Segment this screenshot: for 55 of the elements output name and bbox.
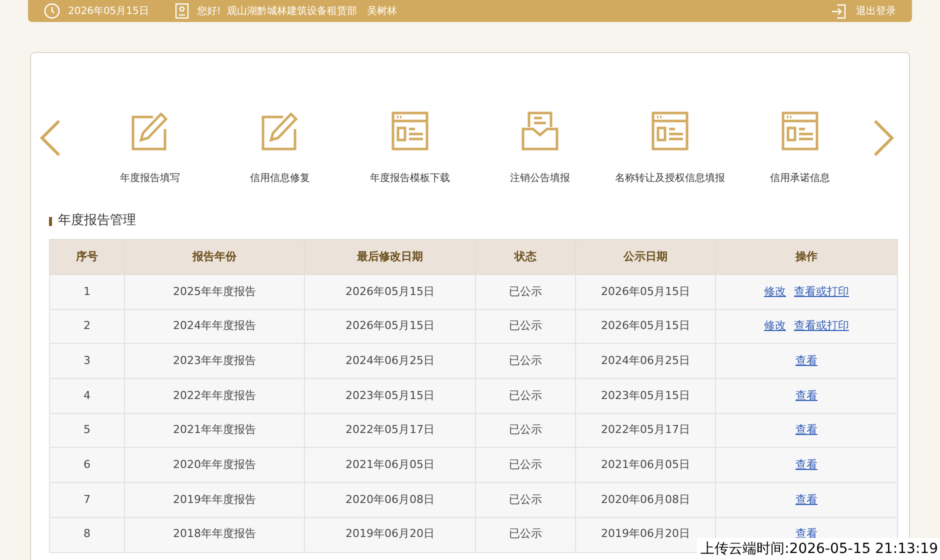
tray-document-icon (521, 111, 559, 151)
table-cell: 2026年05月15日 (576, 274, 716, 310)
table-cell: 4 (50, 378, 124, 414)
table-cell: 2026年05月15日 (304, 274, 476, 310)
table-cell: 2018年年度报告 (124, 517, 304, 552)
shortcut-link[interactable]: 年度报告模板下载 (370, 171, 450, 186)
document-layout-icon (781, 111, 819, 151)
table-cell: 2025年年度报告 (124, 274, 304, 310)
shortcut-link[interactable]: 信用信息修复 (250, 171, 310, 186)
user-badge-icon (174, 3, 189, 19)
table-cell: 已公示 (476, 482, 576, 518)
table-cell: 2023年05月15日 (576, 378, 716, 414)
document-layout-icon (391, 111, 429, 151)
table-cell: 2020年06月08日 (304, 482, 476, 518)
table-cell: 2023年05月15日 (304, 378, 476, 414)
document-layout-icon (651, 111, 689, 151)
column-header: 公示日期 (576, 240, 716, 274)
table-cell: 8 (50, 517, 124, 552)
company-name: 观山湖黔城林建筑设备租赁部 (226, 4, 357, 18)
action-link[interactable]: 查看 (796, 492, 818, 506)
shortcut-link[interactable]: 信用承诺信息 (770, 171, 830, 186)
table-cell: 2020年06月08日 (576, 482, 716, 518)
clock-icon (44, 3, 60, 19)
action-link[interactable]: 查看 (796, 458, 818, 472)
table-cell: 已公示 (476, 274, 576, 310)
action-link[interactable]: 查看 (796, 423, 818, 436)
table-cell: 2019年06月20日 (304, 517, 476, 552)
shortcut-link[interactable]: 年度报告填写 (120, 171, 180, 186)
user-name: 吴树林 (366, 4, 397, 18)
table-cell: 1 (50, 274, 124, 310)
table-cell: 7 (50, 482, 124, 518)
date-text: 2026年05月15日 (68, 4, 149, 18)
shortcut-link[interactable]: 名称转让及授权信息填报 (615, 171, 725, 186)
column-header: 操作 (716, 240, 898, 274)
pencil-square-icon (131, 111, 169, 151)
table-cell: 2019年年度报告 (124, 482, 304, 518)
pencil-square-icon (261, 111, 299, 151)
section-title: 年度报告管理 (58, 212, 136, 230)
table-cell: 已公示 (476, 378, 576, 414)
greeting-text: 您好! (196, 4, 221, 18)
action-link[interactable]: 查看 (796, 527, 818, 540)
shortcut-link[interactable]: 注销公告填报 (510, 171, 570, 186)
column-header: 序号 (50, 240, 124, 274)
action-link[interactable]: 查看 (796, 388, 818, 402)
logout-icon[interactable] (831, 4, 846, 18)
upload-timestamp: 上传云端时间:2026-05-15 21:13:19 (696, 538, 940, 560)
column-header: 报告年份 (124, 240, 304, 274)
action-link[interactable]: 查看或打印 (794, 319, 849, 332)
action-link[interactable]: 查看或打印 (794, 284, 849, 298)
table-cell: 2022年年度报告 (124, 378, 304, 414)
action-link[interactable]: 修改 (764, 284, 786, 298)
table-cell: 已公示 (476, 517, 576, 552)
action-link[interactable]: 查看 (796, 354, 818, 367)
action-link[interactable]: 修改 (764, 319, 786, 332)
column-header: 最后修改日期 (304, 240, 476, 274)
